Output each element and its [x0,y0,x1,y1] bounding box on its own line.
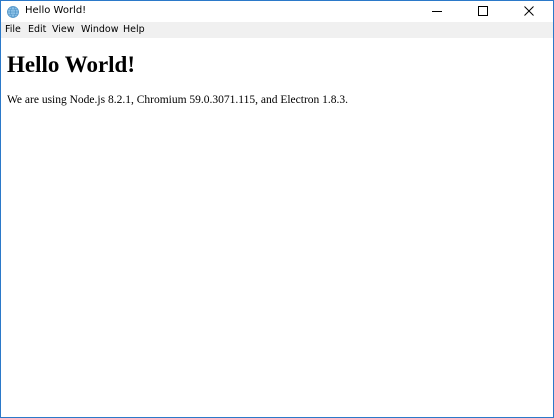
maximize-icon [478,6,488,16]
app-window: Hello World! File Edit View Window Help … [0,0,554,418]
menu-edit[interactable]: Edit [28,23,46,37]
menu-window[interactable]: Window [81,23,118,37]
page-heading: Hello World! [7,52,135,77]
window-title: Hello World! [25,5,87,16]
menu-file[interactable]: File [5,23,21,37]
title-bar[interactable]: Hello World! [1,1,553,22]
close-button[interactable] [507,1,553,22]
menu-bar: File Edit View Window Help [1,22,553,38]
close-icon [524,6,534,16]
menu-help[interactable]: Help [123,23,145,37]
minimize-button[interactable] [415,1,461,22]
version-info-text: We are using Node.js 8.2.1, Chromium 59.… [7,94,349,106]
menu-view[interactable]: View [52,23,75,37]
maximize-button[interactable] [461,1,507,22]
minimize-icon [432,11,442,12]
electron-globe-icon [7,5,19,18]
page-content: Hello World! We are using Node.js 8.2.1,… [1,38,553,417]
